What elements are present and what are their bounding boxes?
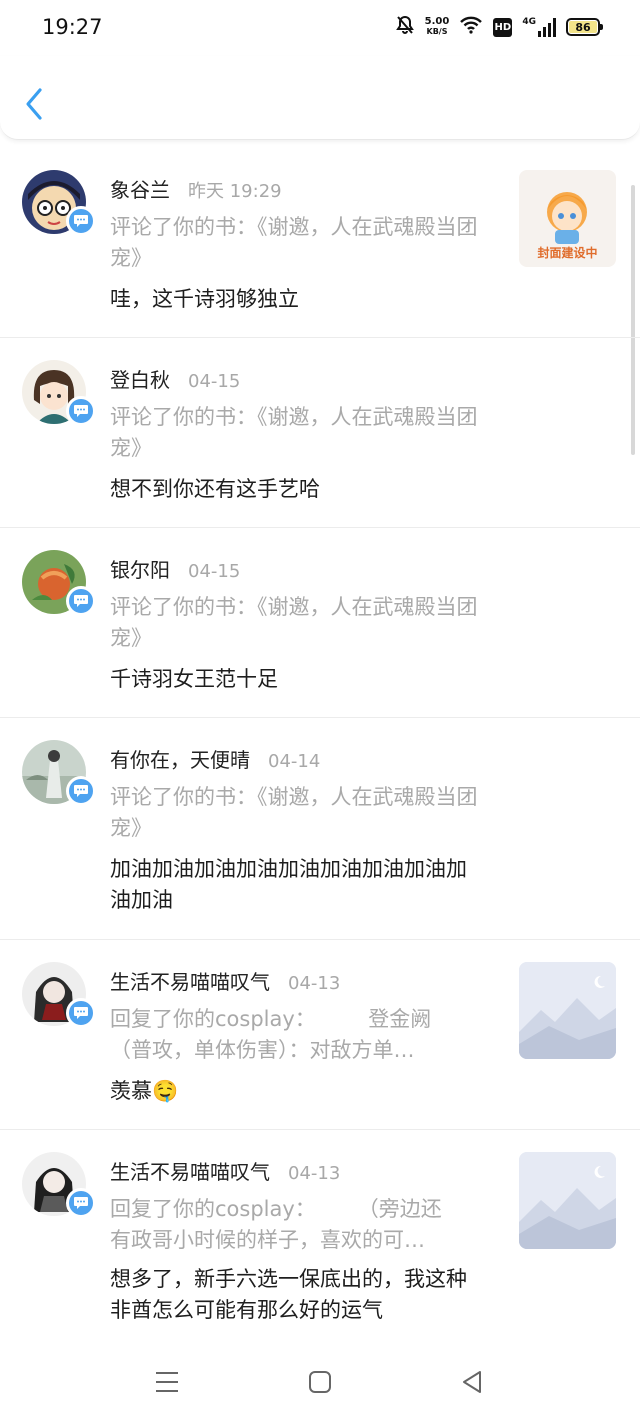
timestamp: 04-13	[288, 973, 341, 994]
avatar[interactable]	[22, 1152, 96, 1218]
list-item[interactable]: 生活不易喵喵叹气 04-13 回复了你的cosplay： 登金阙 （普攻，单体伤…	[0, 940, 640, 1130]
name-line: 登白秋 04-15	[110, 364, 240, 393]
reference-line: 有政哥小时候的样子，喜欢的可…	[110, 1228, 425, 1252]
reference-text: 评论了你的书：《谢邀，人在武魂殿当团宠》	[110, 595, 478, 650]
image-thumbnail[interactable]	[519, 1152, 616, 1249]
message-text: 想多了，新手六选一保底出的，我这种非酋怎么可能有那么好的运气	[110, 1267, 467, 1322]
battery-level: 86	[569, 21, 597, 34]
image-thumbnail[interactable]	[519, 962, 616, 1059]
comment-badge-icon	[66, 206, 96, 236]
back-triangle-icon	[463, 1371, 481, 1393]
list-item[interactable]: 象谷兰 昨天 19:29 评论了你的书：《谢邀，人在武魂殿当团宠》 哇，这千诗羽…	[0, 148, 640, 338]
menu-icon	[156, 1372, 178, 1392]
name-line: 象谷兰 昨天 19:29	[110, 174, 282, 203]
status-time: 19:27	[42, 15, 103, 39]
timestamp: 04-15	[188, 561, 241, 582]
home-button[interactable]	[300, 1362, 340, 1402]
back-button[interactable]	[16, 82, 56, 126]
avatar[interactable]	[22, 962, 96, 1028]
menu-button[interactable]	[147, 1362, 187, 1402]
net-speed: 5.00 KB/S	[425, 17, 450, 37]
name-line: 银尔阳 04-15	[110, 554, 240, 583]
list-item[interactable]: 有你在，天便晴 04-14 评论了你的书：《谢邀，人在武魂殿当团宠》 加油加油加…	[0, 718, 640, 940]
reference-text: 评论了你的书：《谢邀，人在武魂殿当团宠》	[110, 405, 478, 460]
signal-icon: 4G	[522, 17, 556, 37]
user-name[interactable]: 银尔阳	[110, 554, 170, 583]
message-text: 想不到你还有这手艺哈	[110, 477, 320, 501]
comment-badge-icon	[66, 586, 96, 616]
comment-badge-icon	[66, 1188, 96, 1218]
status-icons: 5.00 KB/S HD 4G 86	[395, 15, 603, 39]
status-bar: 19:27 5.00 KB/S HD 4G 86	[0, 0, 640, 56]
reference-line: 回复了你的cosplay： （旁边还	[110, 1197, 442, 1221]
reference-text: 回复了你的cosplay： （旁边还 有政哥小时候的样子，喜欢的可…	[110, 1194, 490, 1256]
name-line: 生活不易喵喵叹气 04-13	[110, 1156, 340, 1185]
cover-caption: 封面建设中	[537, 246, 598, 260]
back-nav-button[interactable]	[452, 1362, 492, 1402]
comment-badge-icon	[66, 396, 96, 426]
comment-badge-icon	[66, 998, 96, 1028]
battery-icon: 86	[566, 18, 603, 36]
hd-badge: HD	[493, 17, 513, 37]
name-line: 有你在，天便晴 04-14	[110, 744, 320, 773]
message-text: 羡慕🤤	[110, 1079, 179, 1103]
name-line: 生活不易喵喵叹气 04-13	[110, 966, 340, 995]
reference-text: 评论了你的书：《谢邀，人在武魂殿当团宠》	[110, 785, 478, 840]
avatar[interactable]	[22, 170, 96, 236]
timestamp: 04-15	[188, 371, 241, 392]
list-item[interactable]: 生活不易喵喵叹气 04-13 回复了你的cosplay： （旁边还 有政哥小时候…	[0, 1130, 640, 1340]
user-name[interactable]: 有你在，天便晴	[110, 744, 250, 773]
system-nav-bar	[0, 1340, 640, 1422]
avatar[interactable]	[22, 740, 96, 806]
network-label: 4G	[522, 17, 536, 27]
home-icon	[309, 1371, 331, 1393]
message-text: 千诗羽女王范十足	[110, 667, 278, 691]
user-name[interactable]: 生活不易喵喵叹气	[110, 1156, 270, 1185]
user-name[interactable]: 登白秋	[110, 364, 170, 393]
comment-badge-icon	[66, 776, 96, 806]
chevron-left-icon	[26, 88, 42, 120]
avatar[interactable]	[22, 550, 96, 616]
reference-text: 评论了你的书：《谢邀，人在武魂殿当团宠》	[110, 215, 478, 270]
timestamp: 04-14	[268, 751, 321, 772]
net-speed-unit: KB/S	[426, 27, 448, 36]
user-name[interactable]: 生活不易喵喵叹气	[110, 966, 270, 995]
header	[0, 56, 640, 140]
reference-line: （普攻，单体伤害）：对敌方单…	[110, 1038, 415, 1062]
book-cover-thumbnail[interactable]: 封面建设中	[519, 170, 616, 267]
list-item[interactable]: 登白秋 04-15 评论了你的书：《谢邀，人在武魂殿当团宠》 想不到你还有这手艺…	[0, 338, 640, 528]
net-speed-value: 5.00	[424, 16, 450, 27]
avatar[interactable]	[22, 360, 96, 426]
user-name[interactable]: 象谷兰	[110, 174, 170, 203]
reference-text: 回复了你的cosplay： 登金阙 （普攻，单体伤害）：对敌方单…	[110, 1004, 490, 1066]
reference-line: 回复了你的cosplay： 登金阙	[110, 1007, 432, 1031]
timestamp: 昨天 19:29	[188, 181, 282, 202]
bell-off-icon	[395, 15, 415, 39]
message-text: 加油加油加油加油加油加油加油加油加油加油	[110, 857, 467, 912]
timestamp: 04-13	[288, 1163, 341, 1184]
list-item[interactable]: 银尔阳 04-15 评论了你的书：《谢邀，人在武魂殿当团宠》 千诗羽女王范十足	[0, 528, 640, 718]
wifi-icon	[459, 16, 483, 38]
message-text: 哇，这千诗羽够独立	[110, 287, 299, 311]
